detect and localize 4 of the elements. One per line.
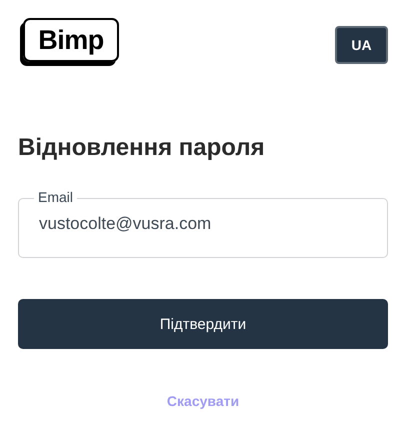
page-title: Відновлення пароля (18, 134, 266, 162)
language-button[interactable]: UA (335, 26, 388, 64)
submit-button[interactable]: Підтвердити (18, 299, 388, 349)
field-label: Email (34, 189, 78, 205)
